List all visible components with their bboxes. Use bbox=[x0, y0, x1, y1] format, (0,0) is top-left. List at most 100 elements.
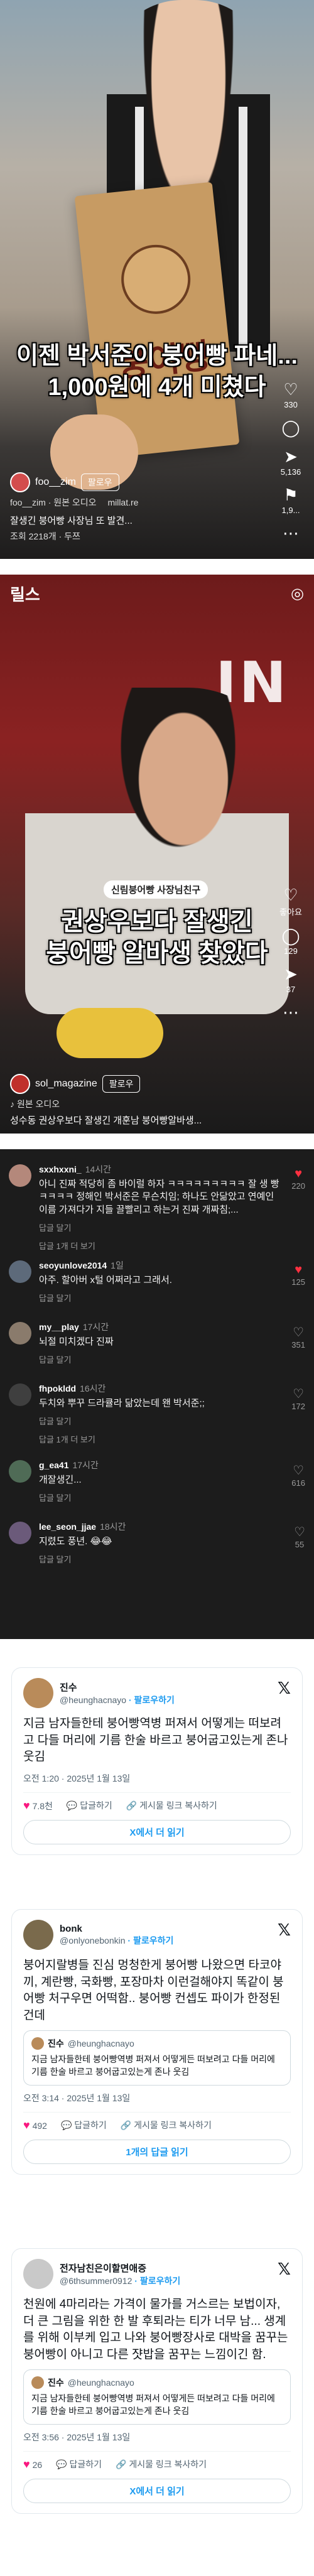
reply-action[interactable]: 💬 답글하기 bbox=[67, 1799, 112, 1812]
quoted-text: 지금 남자들한테 붕어빵역병 퍼져서 어떻게든 떠보려고 다들 머리에 기름 한… bbox=[31, 2393, 275, 2416]
page: 붕어빵 이젠 박서준이 붕어빵 파네... 1,000원에 4개 미쳤다 ♡ 3… bbox=[0, 0, 314, 2576]
share-icon[interactable]: ➤ bbox=[281, 965, 300, 983]
reply-button[interactable]: 답글 달기 bbox=[39, 1491, 283, 1503]
x-logo-icon[interactable]: 𝕏 bbox=[278, 1921, 291, 1940]
heart-icon[interactable]: ♥ bbox=[295, 1263, 302, 1277]
quoted-author: 진수 bbox=[48, 2378, 64, 2388]
link-icon: 🔗 bbox=[116, 2459, 127, 2470]
comment-like[interactable]: ♡ 351 bbox=[291, 1324, 305, 1350]
follow-link[interactable]: · 팔로우하기 bbox=[134, 2276, 180, 2286]
read-replies-button[interactable]: 1개의 답글 읽기 bbox=[23, 2139, 291, 2164]
more-icon[interactable]: ⋯ bbox=[281, 524, 300, 543]
comment-user[interactable]: sxxhxxni_ 14시간 bbox=[39, 1163, 283, 1176]
reply-action[interactable]: 💬 답글하기 bbox=[56, 2458, 102, 2470]
view-replies[interactable]: 답글 1개 더 보기 bbox=[39, 1240, 283, 1252]
heart-icon[interactable]: ♡ bbox=[293, 1463, 304, 1478]
read-more-button[interactable]: X에서 더 읽기 bbox=[23, 2478, 291, 2503]
tweet-header: 진수 @heunghacnayo · 팔로우하기 bbox=[23, 1678, 291, 1708]
like-action[interactable]: ♥ 26 bbox=[23, 2458, 42, 2471]
read-more-button[interactable]: X에서 더 읽기 bbox=[23, 1819, 291, 1844]
view-replies[interactable]: 답글 1개 더 보기 bbox=[39, 1433, 283, 1445]
quoted-header: 진수 @heunghacnayo bbox=[31, 2376, 283, 2389]
reply-button[interactable]: 답글 달기 bbox=[39, 1353, 283, 1365]
reply-action[interactable]: 💬 답글하기 bbox=[61, 2119, 107, 2131]
audio-info[interactable]: foo__zim · 원본 오디오 millat.re bbox=[10, 496, 138, 509]
account-row: sol_magazine 팔로우 bbox=[10, 1074, 141, 1094]
follow-link[interactable]: · 팔로우하기 bbox=[129, 1695, 175, 1705]
avatar[interactable] bbox=[9, 1459, 31, 1483]
copy-link-action[interactable]: 🔗 게시물 링크 복사하기 bbox=[126, 1799, 217, 1812]
tweet-author[interactable]: bonk bbox=[60, 1924, 173, 1934]
comment-like[interactable]: ♡ 172 bbox=[291, 1386, 305, 1411]
reply-button[interactable]: 답글 달기 bbox=[39, 1415, 283, 1427]
avatar[interactable] bbox=[23, 1678, 53, 1708]
tweet-card-3[interactable]: 전자남친은이할면애증 @6thsummer0912 · 팔로우하기 𝕏 천원에 … bbox=[11, 2248, 303, 2514]
copy-link-action[interactable]: 🔗 게시물 링크 복사하기 bbox=[116, 2458, 207, 2470]
account-name[interactable]: sol_magazine bbox=[35, 1078, 97, 1090]
avatar[interactable] bbox=[9, 1260, 31, 1283]
share-icon[interactable]: ➤ bbox=[281, 447, 300, 466]
like-label: 좋아요 bbox=[279, 907, 302, 917]
quoted-author: 진수 bbox=[48, 2038, 64, 2049]
comment-item: fhpokldd 16시간 두치와 뿌꾸 드라큘라 닮았는데 왠 박서준;; 답글… bbox=[0, 1375, 314, 1451]
comment-text: 두치와 뿌꾸 드라큘라 닮았는데 왠 박서준;; bbox=[39, 1397, 205, 1409]
audio-info[interactable]: ♪ 원본 오디오 bbox=[10, 1098, 60, 1110]
comment-user[interactable]: my__play 17시간 bbox=[39, 1321, 283, 1333]
avatar[interactable] bbox=[23, 2259, 53, 2289]
tweet-author[interactable]: 전자남친은이할면애증 bbox=[60, 2261, 180, 2275]
x-logo-icon[interactable]: 𝕏 bbox=[278, 2260, 291, 2279]
reply-button[interactable]: 답글 달기 bbox=[39, 1553, 283, 1565]
copy-link-action[interactable]: 🔗 게시물 링크 복사하기 bbox=[121, 2119, 212, 2131]
quoted-tweet[interactable]: 진수 @heunghacnayo 지금 남자들한테 붕어빵역병 퍼져서 어떻게든… bbox=[23, 2030, 291, 2086]
comment-user[interactable]: lee_seon_jjae 18시간 bbox=[39, 1520, 283, 1533]
heart-icon: ♥ bbox=[23, 2457, 30, 2470]
heart-icon[interactable]: ♡ bbox=[281, 885, 300, 904]
comment-icon[interactable]: ◯ bbox=[281, 926, 300, 945]
account-name[interactable]: foo__zim bbox=[35, 477, 76, 488]
tweet-timestamp[interactable]: 오전 3:56 · 2025년 1월 13일 bbox=[23, 2431, 291, 2443]
bookmark-icon[interactable]: ⚑ bbox=[281, 485, 300, 504]
quoted-handle: @heunghacnayo bbox=[67, 2378, 134, 2388]
comment-user[interactable]: seoyunlove2014 1일 bbox=[39, 1259, 283, 1272]
follow-button[interactable]: 팔로우 bbox=[102, 1075, 141, 1093]
comment-like[interactable]: ♥ 220 bbox=[291, 1167, 305, 1191]
comment-like[interactable]: ♥ 125 bbox=[291, 1263, 305, 1287]
comment-like[interactable]: ♡ 55 bbox=[294, 1524, 305, 1549]
heart-icon[interactable]: ♡ bbox=[293, 1324, 304, 1340]
avatar[interactable] bbox=[9, 1164, 31, 1187]
reel-video-2[interactable]: 릴스 ◎ IN 신림붕어빵 사장님친구 권상우보다 잘생긴 붕어빵 알바생 찾았… bbox=[0, 575, 314, 1134]
reel-video-1[interactable]: 붕어빵 이젠 박서준이 붕어빵 파네... 1,000원에 4개 미쳤다 ♡ 3… bbox=[0, 0, 314, 559]
reply-button[interactable]: 답글 달기 bbox=[39, 1221, 283, 1233]
heart-icon[interactable]: ♡ bbox=[293, 1386, 304, 1402]
avatar[interactable] bbox=[23, 1920, 53, 1950]
reply-button[interactable]: 답글 달기 bbox=[39, 1292, 283, 1304]
more-icon[interactable]: ⋯ bbox=[281, 1003, 300, 1022]
follow-button[interactable]: 팔로우 bbox=[80, 474, 119, 491]
tweet-card-2[interactable]: bonk @onlyonebonkin · 팔로우하기 𝕏 붕어지랄병들 진심 … bbox=[11, 1909, 303, 2175]
caption-pill: 신림붕어빵 사장님친구 bbox=[104, 880, 208, 899]
heart-icon[interactable]: ♥ bbox=[295, 1167, 302, 1181]
avatar[interactable] bbox=[9, 1521, 31, 1544]
tweet-timestamp[interactable]: 오전 1:20 · 2025년 1월 13일 bbox=[23, 1772, 291, 1785]
tweet-author[interactable]: 진수 bbox=[60, 1680, 175, 1694]
quoted-tweet[interactable]: 진수 @heunghacnayo 지금 남자들한테 붕어빵역병 퍼져서 어떻게든… bbox=[23, 2369, 291, 2425]
follow-link[interactable]: · 팔로우하기 bbox=[127, 1935, 173, 1946]
comment-like[interactable]: ♡ 616 bbox=[291, 1463, 305, 1488]
reel-actions: ♡ 좋아요 ◯ 129 ➤ 37 ⋯ bbox=[276, 885, 305, 1022]
comment-user[interactable]: g_ea41 17시간 bbox=[39, 1459, 283, 1471]
x-logo-icon[interactable]: 𝕏 bbox=[278, 1679, 291, 1698]
like-action[interactable]: ♥ 492 bbox=[23, 2119, 47, 2132]
heart-icon[interactable]: ♡ bbox=[294, 1524, 305, 1540]
camera-icon[interactable]: ◎ bbox=[291, 585, 304, 603]
comment-icon: 💬 bbox=[56, 2459, 67, 2470]
avatar[interactable] bbox=[10, 472, 30, 492]
comment-icon[interactable]: ◯ bbox=[281, 418, 300, 437]
tweet-card-1[interactable]: 진수 @heunghacnayo · 팔로우하기 𝕏 지금 남자들한테 붕어빵역… bbox=[11, 1667, 303, 1855]
avatar[interactable] bbox=[9, 1321, 31, 1345]
like-action[interactable]: ♥ 7.8천 bbox=[23, 1799, 53, 1812]
heart-icon[interactable]: ♡ bbox=[281, 380, 300, 399]
avatar[interactable] bbox=[10, 1074, 30, 1094]
avatar[interactable] bbox=[9, 1383, 31, 1406]
tweet-timestamp[interactable]: 오전 3:14 · 2025년 1월 13일 bbox=[23, 2092, 291, 2104]
comment-user[interactable]: fhpokldd 16시간 bbox=[39, 1382, 283, 1395]
